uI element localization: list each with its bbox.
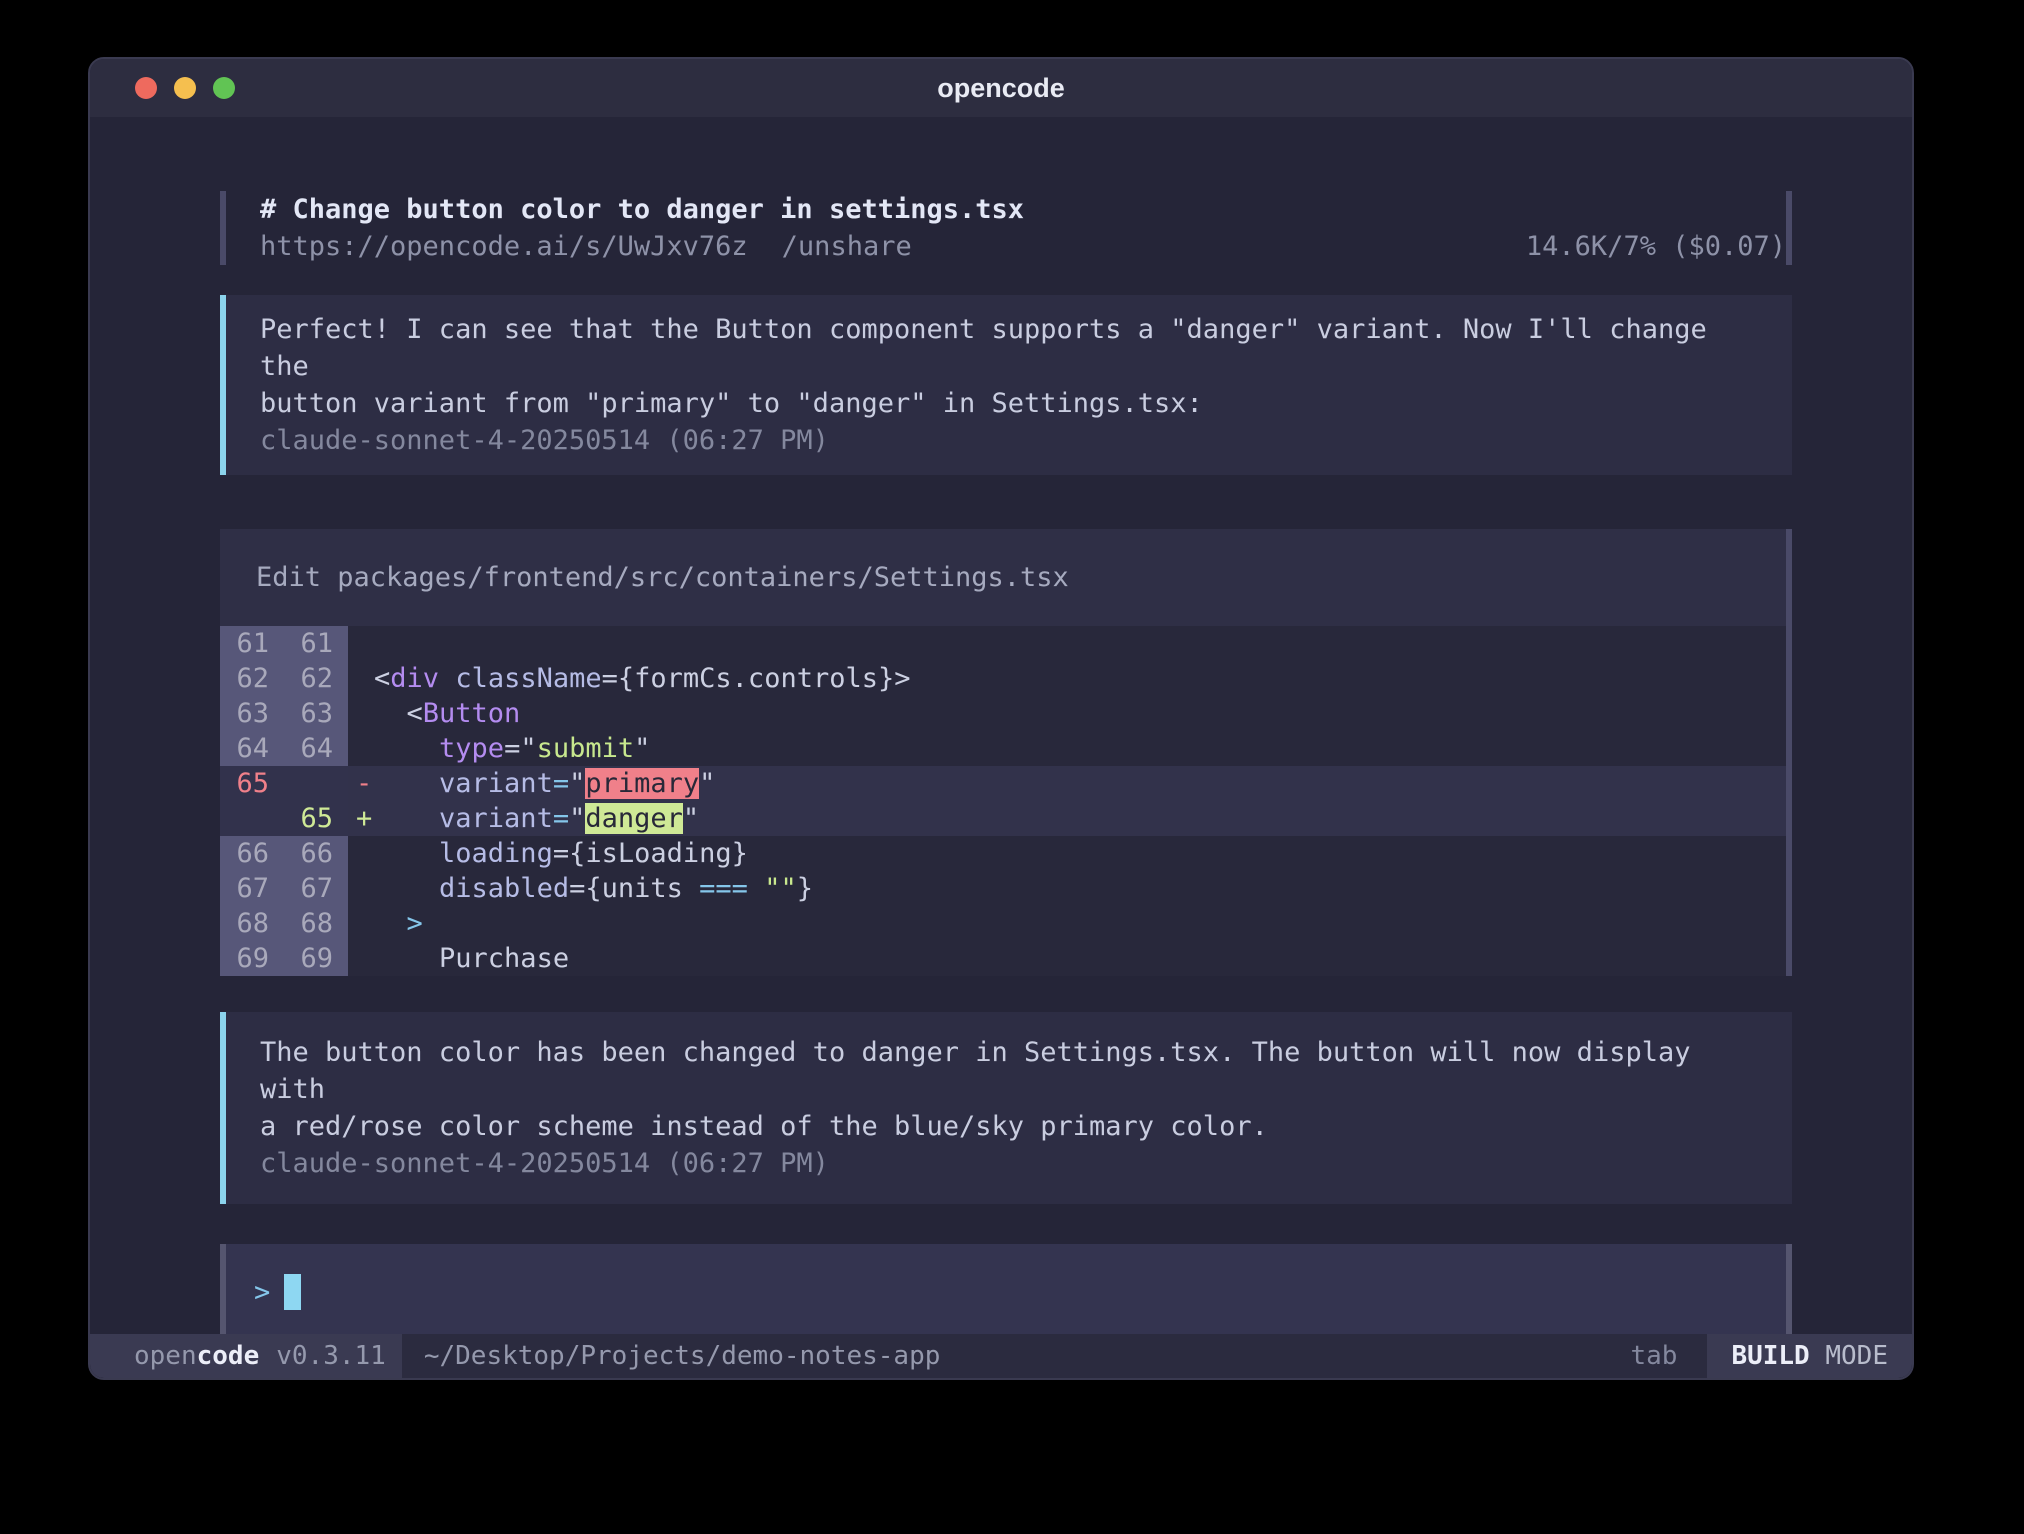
status-bar: opencode v0.3.11 ~/Desktop/Projects/demo-… bbox=[90, 1334, 1912, 1378]
tab-key-hint: tab bbox=[1630, 1334, 1677, 1378]
input-right-border bbox=[1786, 1244, 1792, 1340]
edit-tool-title: Edit packages/frontend/src/containers/Se… bbox=[220, 529, 1786, 626]
mode-name: BUILD bbox=[1731, 1341, 1809, 1371]
session-title: # Change button color to danger in setti… bbox=[260, 191, 1786, 228]
prompt-symbol: > bbox=[254, 1277, 270, 1308]
diff-row: 6363 <Button bbox=[220, 696, 1786, 731]
diff-row: 6161 bbox=[220, 626, 1786, 661]
mode-segment[interactable]: BUILD MODE bbox=[1707, 1334, 1912, 1378]
share-url-link[interactable]: https://opencode.ai/s/UwJxv76z bbox=[260, 231, 748, 262]
text-cursor bbox=[284, 1274, 301, 1310]
assistant-message: The button color has been changed to dan… bbox=[220, 1012, 1792, 1204]
context-stats: 14.6K/7% ($0.07) bbox=[1526, 228, 1786, 265]
diff-row: 6464 type="submit" bbox=[220, 731, 1786, 766]
message-text: Perfect! I can see that the Button compo… bbox=[260, 311, 1758, 422]
diff-row: 6868 > bbox=[220, 906, 1786, 941]
working-directory: ~/Desktop/Projects/demo-notes-app bbox=[424, 1334, 941, 1378]
diff-row: 65- variant="primary" bbox=[220, 766, 1786, 801]
message-meta: claude-sonnet-4-20250514 (06:27 PM) bbox=[260, 1145, 1758, 1182]
assistant-message: Perfect! I can see that the Button compo… bbox=[220, 295, 1792, 475]
main-content: # Change button color to danger in setti… bbox=[220, 117, 1792, 1334]
mode-suffix: MODE bbox=[1810, 1341, 1888, 1371]
opencode-window: opencode # Change button color to danger… bbox=[88, 57, 1914, 1380]
app-version-segment: opencode v0.3.11 bbox=[90, 1334, 402, 1378]
titlebar: opencode bbox=[90, 59, 1912, 117]
window-title: opencode bbox=[90, 59, 1912, 117]
diff-row: 6666 loading={isLoading} bbox=[220, 836, 1786, 871]
session-header: # Change button color to danger in setti… bbox=[220, 191, 1792, 265]
prompt-input-row: > bbox=[220, 1244, 1792, 1340]
app-name-code: code bbox=[197, 1341, 260, 1371]
app-name-open: open bbox=[134, 1341, 197, 1371]
prompt-input[interactable]: > bbox=[226, 1244, 1786, 1340]
diff-row: 6969 Purchase bbox=[220, 941, 1786, 976]
diff-rows: 61616262<div className={formCs.controls}… bbox=[220, 626, 1786, 976]
header-right-border bbox=[1786, 191, 1792, 265]
diff-row: 65+ variant="danger" bbox=[220, 801, 1786, 836]
tool-right-border bbox=[1786, 529, 1792, 976]
diff-row: 6262<div className={formCs.controls}> bbox=[220, 661, 1786, 696]
unshare-action[interactable]: /unshare bbox=[782, 231, 912, 262]
app-version: v0.3.11 bbox=[276, 1341, 386, 1371]
message-meta: claude-sonnet-4-20250514 (06:27 PM) bbox=[260, 422, 1758, 459]
edit-tool-block: Edit packages/frontend/src/containers/Se… bbox=[220, 529, 1792, 976]
message-text: The button color has been changed to dan… bbox=[260, 1034, 1758, 1145]
diff-row: 6767 disabled={units === ""} bbox=[220, 871, 1786, 906]
